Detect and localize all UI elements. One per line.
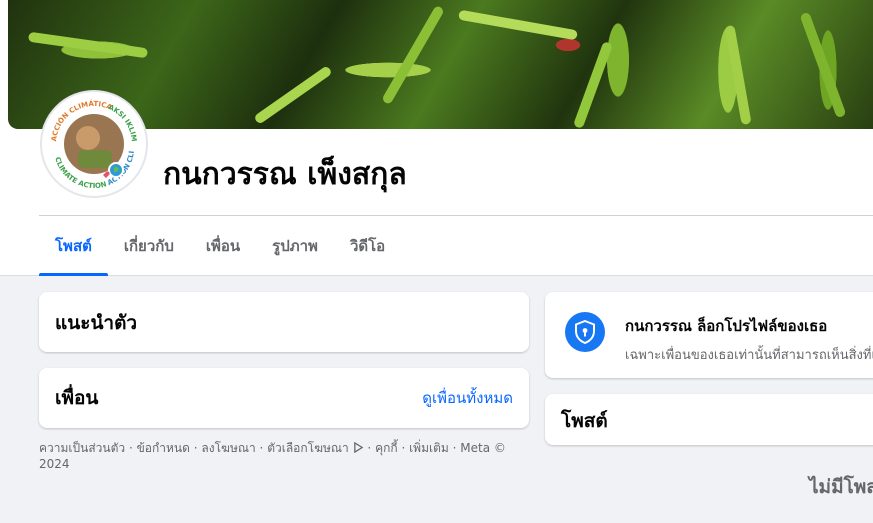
page-footer: ความเป็นส่วนตัว · ข้อกำหนด · ลงโฆษณา · ต… bbox=[39, 441, 506, 471]
tab-posts[interactable]: โพสต์ bbox=[39, 216, 108, 276]
adchoices-icon bbox=[353, 442, 363, 453]
no-posts-message: ไม่มีโพสต์ bbox=[809, 476, 873, 498]
profile-name: กนกวรรณ เพ็งสกุล bbox=[163, 157, 407, 192]
footer-link-cookies[interactable]: คุกกี้ bbox=[375, 441, 398, 455]
cover-chili bbox=[572, 41, 614, 129]
footer-link-more[interactable]: เพิ่มเติม bbox=[409, 441, 449, 455]
locked-subtitle: เฉพาะเพื่อนของเธอเท่านั้นที่สามารถเห็นสิ… bbox=[625, 348, 873, 363]
cover-chili bbox=[458, 9, 578, 41]
see-all-friends-link[interactable]: ดูเพื่อนทั้งหมด bbox=[422, 386, 513, 410]
cover-chili bbox=[253, 65, 333, 125]
profile-avatar[interactable]: ACCIÓN CLIMÁTICA AKSI IKLIM CLIMATE ACTI… bbox=[40, 90, 148, 198]
cover-chili bbox=[724, 24, 752, 126]
friends-title: เพื่อน bbox=[55, 387, 99, 409]
cover-chili bbox=[381, 4, 445, 106]
posts-card: โพสต์ bbox=[545, 394, 873, 445]
footer-link-privacy[interactable]: ความเป็นส่วนตัว bbox=[39, 441, 125, 455]
locked-title: กนกวรรณ ล็อกโปรไฟล์ของเธอ bbox=[625, 317, 828, 335]
tab-videos[interactable]: วิดีโอ bbox=[334, 216, 401, 276]
tab-friends[interactable]: เพื่อน bbox=[190, 216, 256, 276]
shield-lock-icon bbox=[565, 312, 605, 352]
intro-title: แนะนำตัว bbox=[55, 312, 138, 334]
posts-title: โพสต์ bbox=[561, 410, 608, 432]
footer-link-advertising[interactable]: ลงโฆษณา bbox=[201, 441, 255, 455]
cover-chili bbox=[799, 11, 847, 119]
friends-card: เพื่อน ดูเพื่อนทั้งหมด bbox=[39, 368, 529, 428]
avatar-ring-text: ACCIÓN CLIMÁTICA AKSI IKLIM CLIMATE ACTI… bbox=[42, 92, 144, 194]
tab-about[interactable]: เกี่ยวกับ bbox=[108, 216, 190, 276]
profile-tabs: โพสต์ เกี่ยวกับ เพื่อน รูปภาพ วิดีโอ bbox=[39, 216, 401, 276]
locked-profile-card: กนกวรรณ ล็อกโปรไฟล์ของเธอ เฉพาะเพื่อนของ… bbox=[545, 292, 873, 378]
intro-card: แนะนำตัว bbox=[39, 292, 529, 352]
cover-chili bbox=[27, 31, 149, 59]
tab-photos[interactable]: รูปภาพ bbox=[256, 216, 334, 276]
footer-link-terms[interactable]: ข้อกำหนด bbox=[137, 441, 190, 455]
footer-link-ad-choices[interactable]: ตัวเลือกโฆษณา bbox=[267, 441, 349, 455]
